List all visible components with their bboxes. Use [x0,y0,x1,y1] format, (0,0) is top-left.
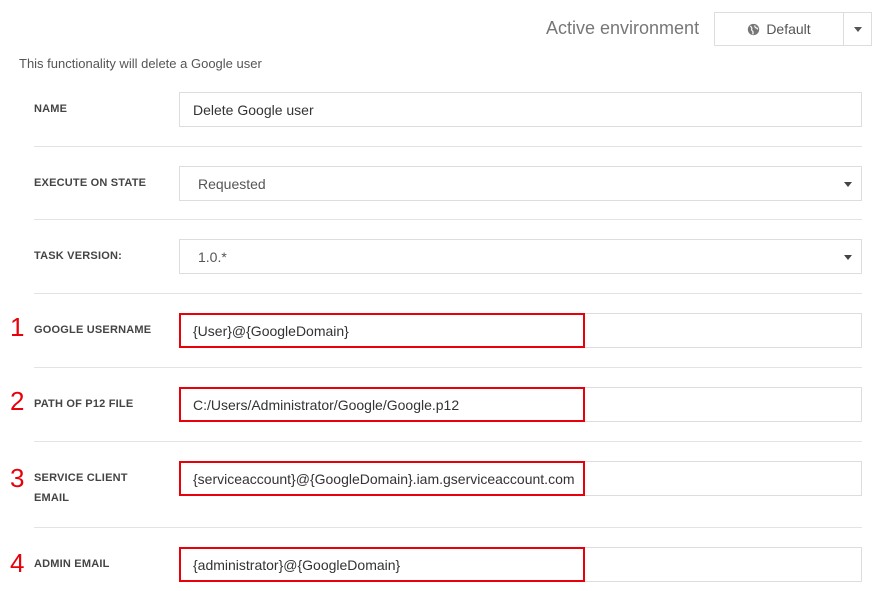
task-version-label: TASK VERSION: [34,250,122,262]
execute-on-state-value: Requested [198,175,266,192]
globe-icon [748,23,760,35]
service-client-email-label-line1: SERVICE CLIENT [34,472,128,484]
environment-selector: Default [714,12,872,46]
divider [34,367,862,368]
divider [34,527,862,528]
admin-email-input[interactable]: {administrator}@{GoogleDomain} [179,547,862,582]
caret-down-icon [844,182,852,187]
service-client-email-label: SERVICE CLIENT EMAIL [34,468,128,508]
caret-down-icon [844,255,852,260]
name-input[interactable]: Delete Google user [179,92,862,127]
task-version-select[interactable]: 1.0.* [179,239,862,274]
divider [34,219,862,220]
step-number-4: 4 [10,548,25,578]
service-client-email-label-line2: EMAIL [34,492,70,504]
admin-email-label: ADMIN EMAIL [34,558,110,570]
step-number-1: 1 [10,312,25,342]
caret-down-icon [853,26,862,32]
execute-on-state-select[interactable]: Requested [179,166,862,201]
p12-path-input[interactable]: C:/Users/Administrator/Google/Google.p12 [179,387,862,422]
functionality-description: This functionality will delete a Google … [19,56,262,71]
google-username-input[interactable]: {User}@{GoogleDomain} [179,313,862,348]
step-number-3: 3 [10,463,25,493]
environment-button[interactable]: Default [714,12,844,46]
execute-on-state-label: EXECUTE ON STATE [34,177,147,189]
divider [34,293,862,294]
divider [34,146,862,147]
environment-value: Default [766,21,811,37]
service-client-email-input[interactable]: {serviceaccount}@{GoogleDomain}.iam.gser… [179,461,862,496]
environment-dropdown-toggle[interactable] [844,12,872,46]
task-version-value: 1.0.* [198,248,227,265]
page: Active environment Default This function… [0,0,895,591]
p12-path-label: PATH OF P12 FILE [34,398,134,410]
active-environment-label: Active environment [546,18,700,38]
step-number-2: 2 [10,386,25,416]
name-label: NAME [34,103,68,115]
divider [34,441,862,442]
google-username-label: GOOGLE USERNAME [34,324,152,336]
